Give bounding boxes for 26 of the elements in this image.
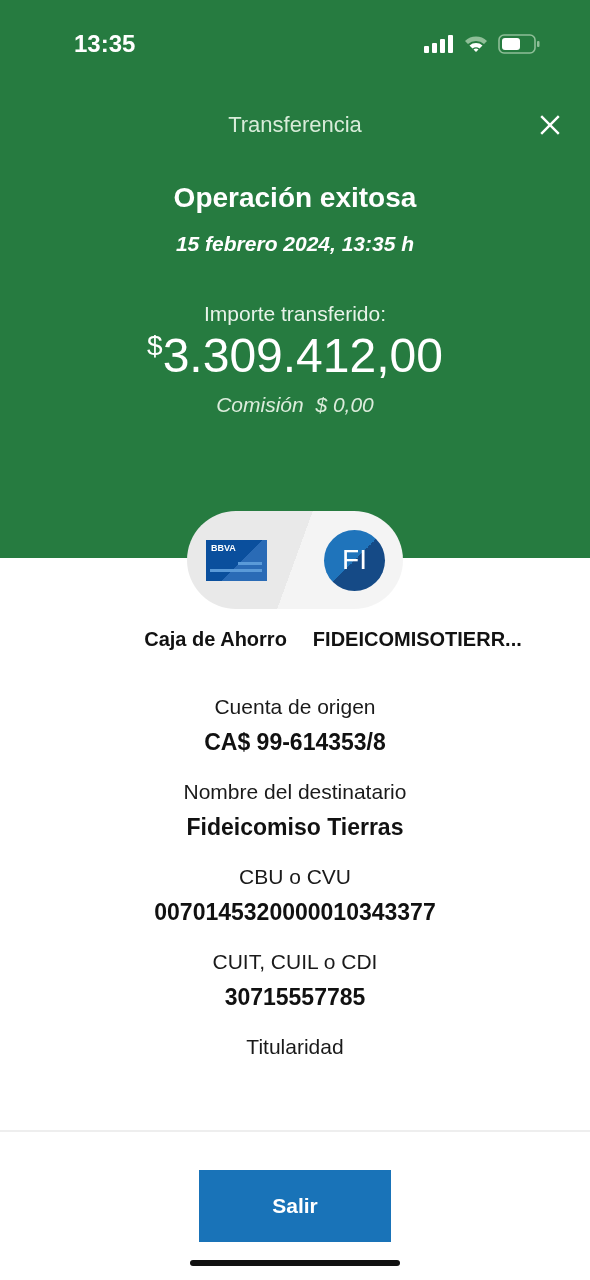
exit-button[interactable]: Salir — [199, 1170, 391, 1242]
success-heading: Operación exitosa — [173, 182, 417, 214]
status-time: 13:35 — [74, 30, 136, 58]
card-logo: BBVA — [211, 542, 236, 553]
detail-label: Titularidad — [246, 1035, 344, 1059]
detail-value: 0070145320000010343377 — [154, 899, 436, 926]
operation-date: 15 febrero 2024, 13:35 h — [175, 232, 415, 256]
screen-title: Transferencia — [228, 112, 362, 138]
amount-value: 3.309.412,00 — [162, 328, 443, 383]
recipient-name: FIDEICOMISOTIERR... — [312, 628, 522, 651]
detail-value: CA$ 99-614353/8 — [204, 729, 386, 756]
battery-icon — [498, 34, 540, 54]
detail-value: 30715557785 — [224, 984, 366, 1011]
amount-label: Importe transferido: — [203, 302, 387, 326]
signal-icon — [424, 34, 454, 54]
detail-value: Fideicomiso Tierras — [186, 814, 404, 841]
detail-label: Cuenta de origen — [214, 695, 376, 719]
wifi-icon — [464, 35, 488, 53]
detail-label: Nombre del destinatario — [183, 780, 407, 804]
currency-symbol: $ — [147, 330, 163, 362]
commission-text: Comisión $ 0,00 — [216, 393, 374, 417]
recipient-initials: FI — [342, 544, 367, 576]
close-icon[interactable] — [539, 114, 561, 136]
source-account-name: Caja de Ahorro — [144, 628, 287, 651]
detail-label: CBU o CVU — [238, 865, 351, 889]
detail-label: CUIT, CUIL o CDI — [212, 950, 378, 974]
